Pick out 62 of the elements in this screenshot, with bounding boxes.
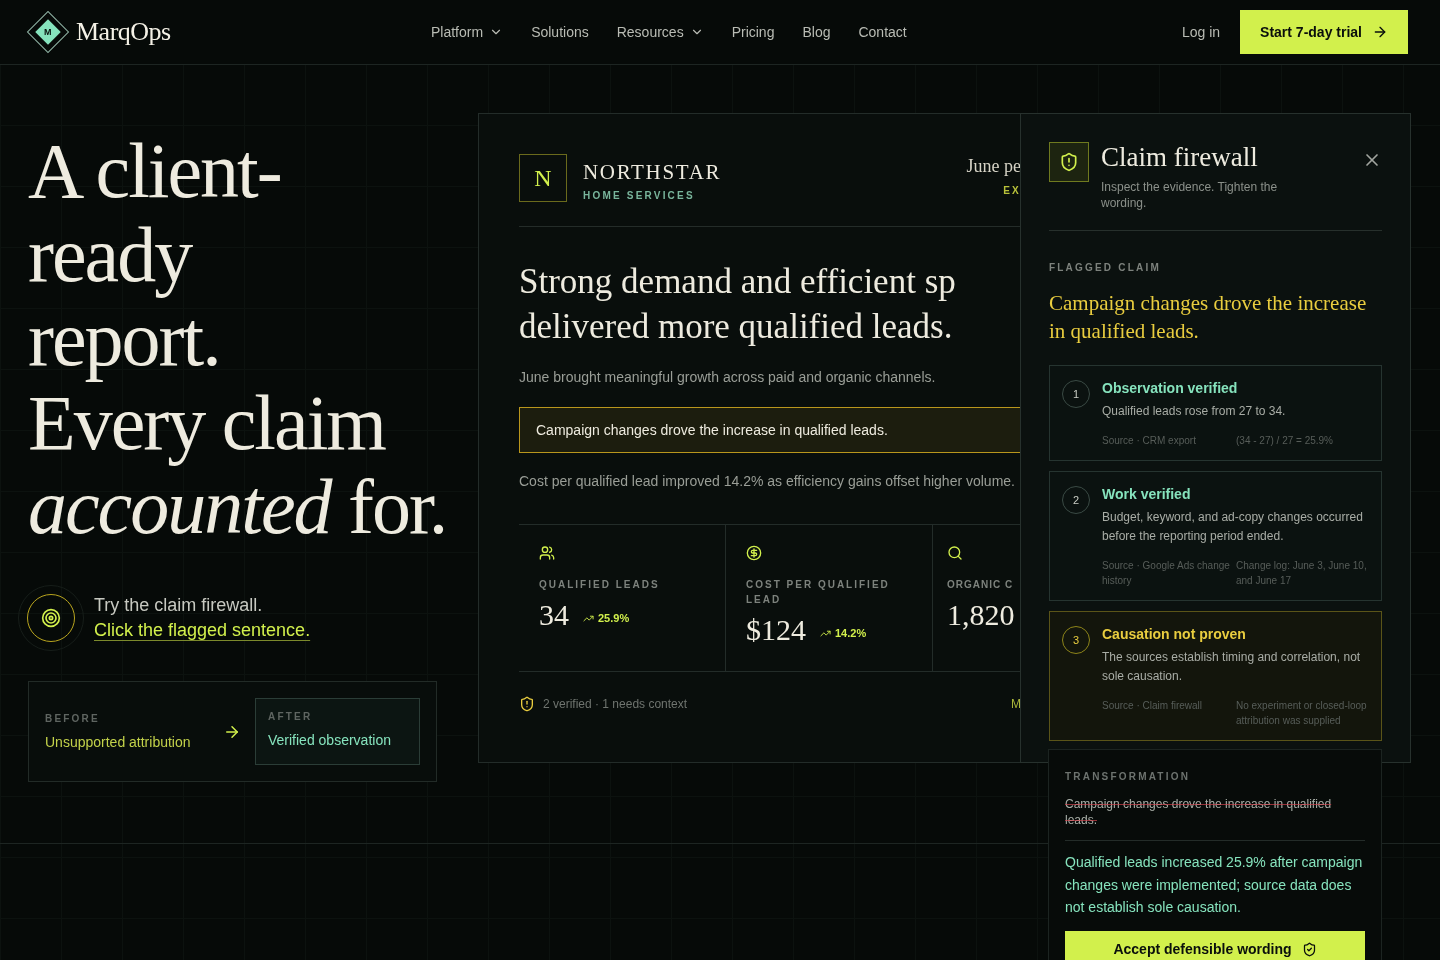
report-headline: Strong demand and efficient sp delivered more qualified leads. [519,261,957,348]
report-period: June pe [966,156,1021,177]
shield-icon [1059,152,1079,172]
flagged-claim-label: FLAGGED CLAIM [1049,262,1161,273]
evidence-detail: (34 - 27) / 27 = 25.9% [1236,434,1334,448]
stat-delta: 25.9% [583,612,630,624]
brand-name[interactable]: MarqOps [76,17,171,47]
after-text: Verified observation [268,732,392,748]
stat-delta: 14.2% [820,627,867,639]
evidence-source: Source · Google Ads change history [1102,559,1231,588]
verification-status: 2 verified · 1 needs context [543,697,688,711]
section-label: EX [1003,185,1021,196]
evidence-source: Source · Claim firewall [1102,699,1204,713]
login-link[interactable]: Log in [1181,24,1221,40]
evidence-detail: No experiment or closed-loop attribution was supplied [1236,699,1367,728]
nav-link[interactable]: Blog [802,24,831,40]
before-label: BEFORE [45,713,101,724]
flagged-claim: Campaign changes drove the increase in qualified leads. [1049,290,1368,345]
panel-title: Claim firewall [1101,142,1259,173]
dollar-icon [746,545,762,561]
arrow-icon [1372,24,1388,40]
company-subtitle: HOME SERVICES [583,190,696,201]
stat-value: 34 [539,598,569,632]
transformation-label: TRANSFORMATION [1065,771,1191,782]
stat-label: QUALIFIED LEADS [539,578,661,592]
nav-link[interactable]: Solutions [531,24,589,40]
nav-link[interactable]: Platform [431,24,504,40]
flagged-sentence[interactable]: Campaign changes drove the increase in qualified leads. [519,407,1021,453]
report-intro: June brought meaningful growth across paid and organic channels. [519,369,937,385]
stat-value: $124 [746,613,806,647]
evidence-source: Source · CRM export [1102,434,1197,448]
shield-icon [519,696,535,712]
target-icon [41,608,61,628]
trial-button[interactable]: Start 7-day trial [1240,10,1408,54]
before-text: Unsupported attribution [45,734,192,750]
shield-check-icon [1301,941,1317,957]
evidence-title: Observation verified [1102,380,1239,396]
accept-button[interactable]: Accept defensible wording [1065,930,1365,960]
nav-link[interactable]: Pricing [731,24,775,40]
search-icon [947,545,963,561]
stat-label: ORGANIC C [947,578,1015,592]
panel-subtitle: Inspect the evidence. Tighten the wording. [1101,179,1279,211]
revised-claim: Qualified leads increased 25.9% after campaign changes were implemented; source data does not establish sole causation. [1065,853,1364,917]
stat-label: COST PER QUALIFIED LEAD [746,578,891,607]
prompt-text: Try the claim firewall. Click the flagged sentence. [94,594,312,642]
footer-link[interactable]: M [1011,697,1021,711]
people-icon [539,545,555,561]
nav-link[interactable]: Contact [858,24,907,40]
nav-link[interactable]: Resources [616,24,704,40]
evidence-title: Causation not proven [1102,626,1247,642]
evidence-text: Qualified leads rose from 27 to 34. [1102,403,1287,420]
company-logo: N [519,154,567,202]
evidence-detail: Change log: June 3, June 10, and June 17 [1236,559,1367,588]
company-name: NORTHSTAR [583,160,722,185]
hero-headline: A client- ready report. Every claim accounted for. [28,129,448,552]
report-summary: Cost per qualified lead improved 14.2% as efficiency gains offset higher volume. [519,473,1016,489]
evidence-title: Work verified [1102,486,1192,502]
evidence-text: Budget, keyword, and ad-copy changes occurred before the reporting period ended. [1102,509,1364,545]
evidence-text: The sources establish timing and correlation, not sole causation. [1102,649,1362,685]
stat-value: 1,820 [947,598,1015,632]
after-label: AFTER [268,711,314,722]
flagged-sentence-link[interactable]: Click the flagged sentence. [94,620,311,640]
